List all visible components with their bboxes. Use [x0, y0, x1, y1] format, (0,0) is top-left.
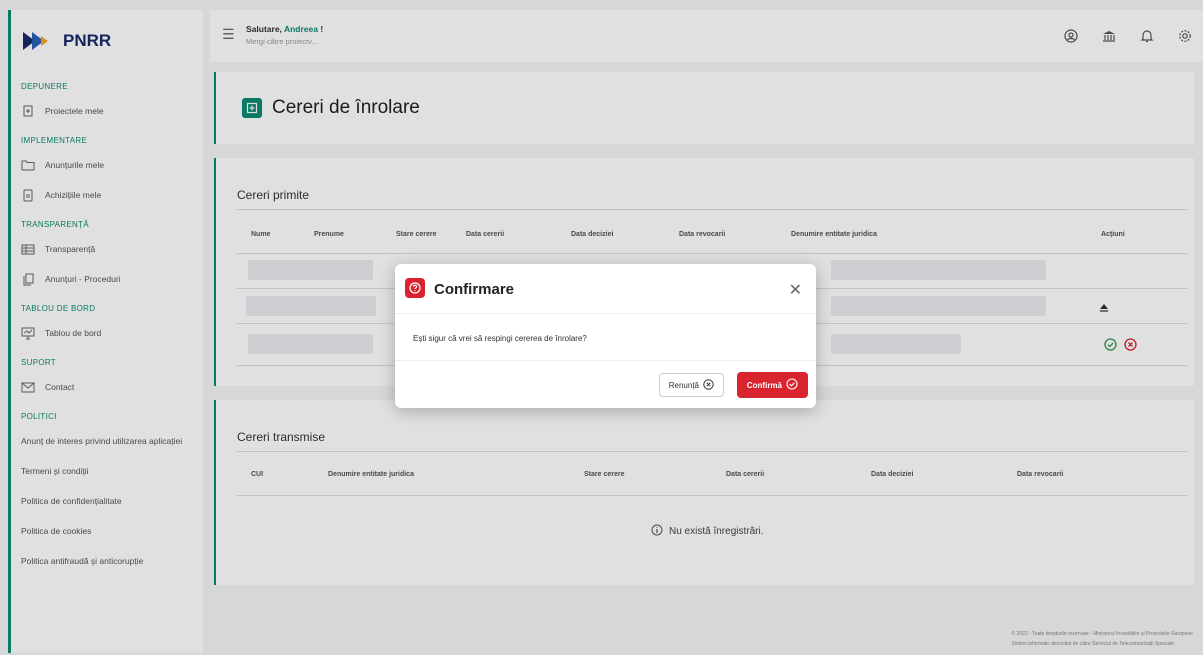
- dialog-header: Confirmare ✕: [395, 264, 816, 314]
- question-icon: [405, 278, 425, 298]
- dialog-footer: Renunță Confirmă: [395, 360, 816, 408]
- confirm-dialog: Confirmare ✕ Ești sigur că vrei să respi…: [395, 264, 816, 408]
- confirm-check-icon: [786, 378, 798, 392]
- cancel-label: Renunță: [668, 380, 699, 390]
- dialog-title: Confirmare: [434, 281, 515, 298]
- confirm-button[interactable]: Confirmă: [736, 372, 808, 398]
- dialog-message: Ești sigur că vrei să respingi cererea d…: [413, 334, 587, 343]
- close-icon[interactable]: ✕: [789, 280, 802, 300]
- confirm-label: Confirmă: [746, 380, 782, 390]
- cancel-icon: [703, 378, 714, 392]
- cancel-button[interactable]: Renunță: [658, 373, 724, 397]
